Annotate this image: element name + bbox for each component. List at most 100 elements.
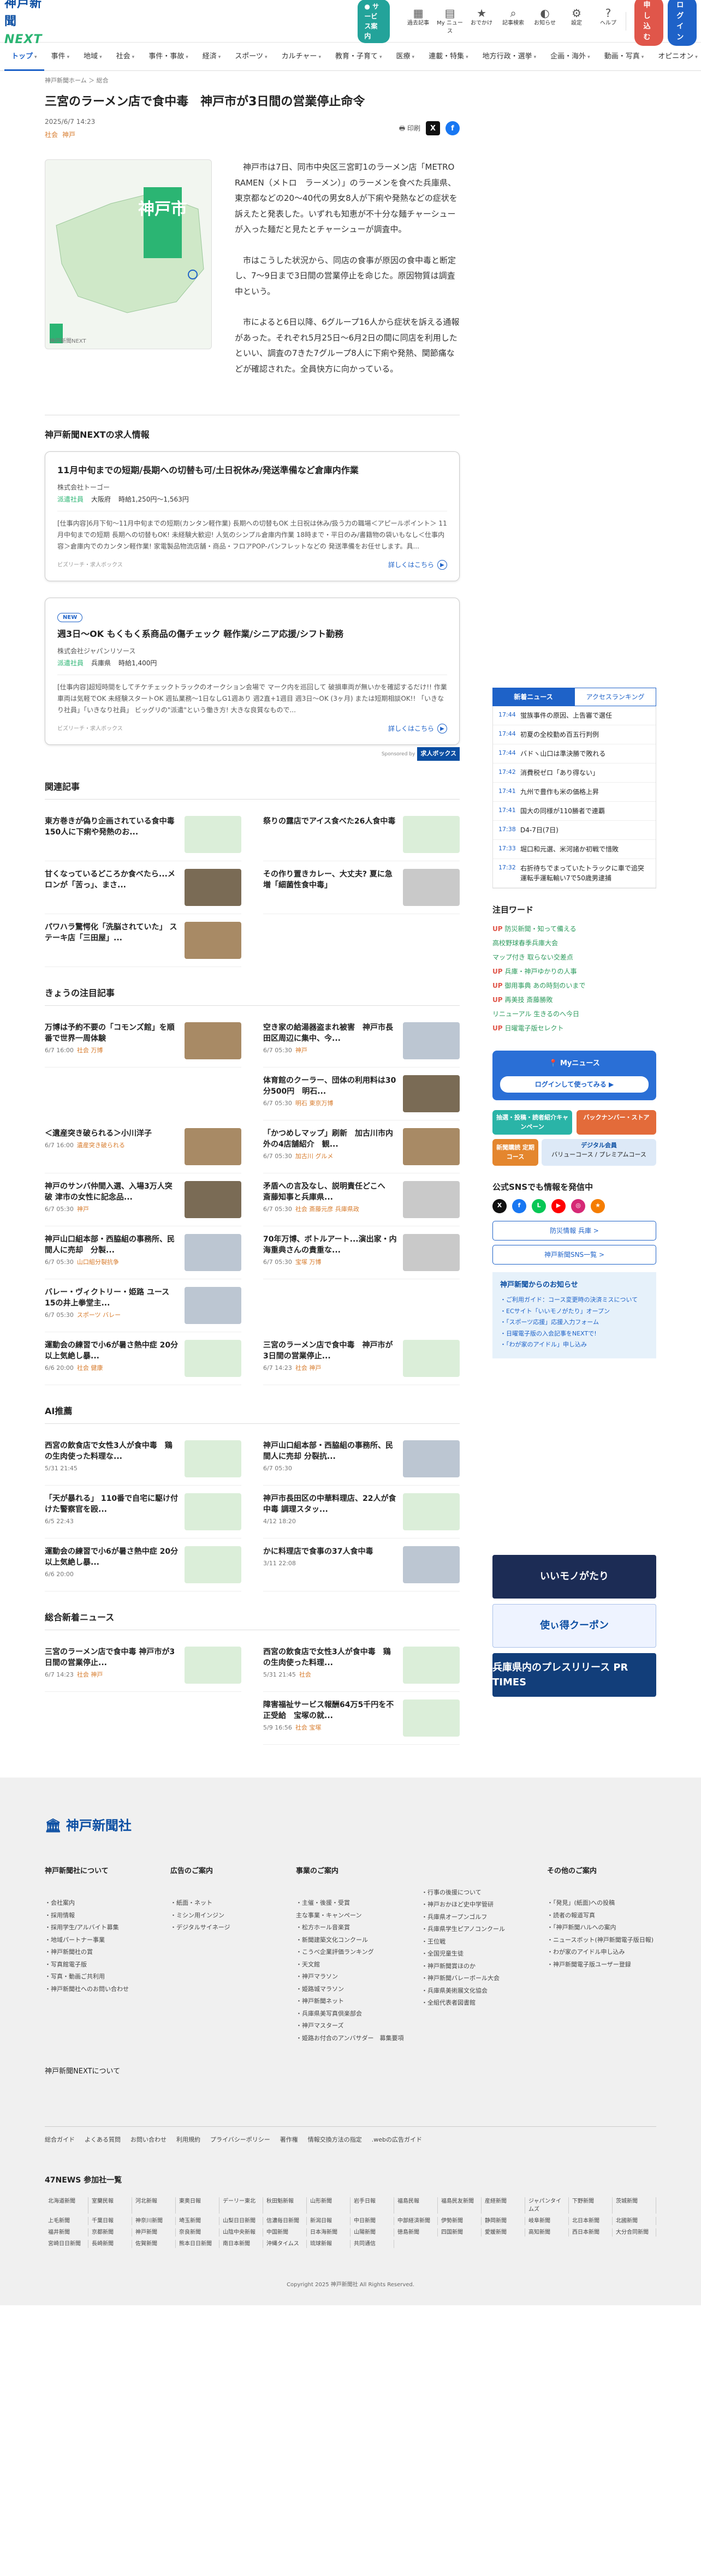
related-card-thumbnail[interactable] [185,815,241,853]
ai-card-title[interactable]: 西宮の飲食店で女性3人が食中毒 鶏の生肉使った料理な... [45,1440,179,1463]
facebook-share-icon[interactable]: f [445,121,460,136]
keyword-item[interactable]: 高校野球春季兵庫大会 [492,936,656,950]
footer-link[interactable]: ・神戸新聞電子版ユーザー登録 [547,1959,656,1971]
footer-link[interactable]: ・写真館電子版 [45,1959,154,1971]
general-card-thumbnail[interactable] [185,1646,241,1684]
footer-bar-link[interactable]: お問い合わせ [130,2136,167,2145]
ai-card[interactable]: 西宮の飲食店で女性3人が食中毒 鶏の生肉使った料理な... 5/31 21:45 [45,1433,241,1486]
paper-link[interactable]: 埼玉新聞 [176,2217,219,2226]
paper-link[interactable]: 北海道新聞 [45,2197,88,2214]
news-list-item[interactable]: 17:41 九州で豊作も米の価格上昇 [493,783,656,802]
footer-link[interactable]: ・主催・後援・受賞 [296,1897,405,1910]
paper-link[interactable]: 熊本日日新聞 [176,2240,219,2249]
topics-card-category[interactable]: 社会 神戸 [295,1364,322,1372]
topics-card[interactable]: 70年万博、ボトルアート...演出家・内海重典さんの貴重な... 6/7 05:3… [263,1226,460,1279]
nav-item-10[interactable]: 連載・特集 ▾ [421,43,476,71]
sns-list-button[interactable]: 神戸新聞SNS一覧 > [492,1244,656,1265]
announcement-item[interactable]: ・「わが家のアイドル」申し込み [500,1339,649,1351]
other-sns-icon[interactable]: ★ [591,1198,605,1213]
footer-link[interactable]: ・神戸おかほど史中学管研 [421,1899,531,1911]
ai-card-title[interactable]: 神戸山口組本部・西脇組の事務所、民間人に売却 分裂抗... [263,1440,397,1463]
news-list-item[interactable]: 17:44 蛍族事件の原因、上告審で選任 [493,706,656,725]
footer-link[interactable]: ・全国児童生徒 [421,1948,531,1960]
paper-link[interactable]: 河北新報 [132,2197,176,2214]
related-card-thumbnail[interactable] [185,868,241,906]
announcement-item[interactable]: ・ECサイト「いいモノがたり」オープン [500,1306,649,1317]
topics-card-category[interactable]: 社会 健康 [77,1364,103,1372]
footer-link[interactable]: ・読者の報道写真 [547,1910,656,1922]
topics-card-category[interactable]: 加古川 グルメ [295,1153,334,1160]
footer-bar-link[interactable]: よくある質問 [85,2136,121,2145]
news-headline[interactable]: 九州で豊作も米の価格上昇 [520,787,599,797]
paper-link[interactable]: 京都新聞 [88,2228,132,2237]
topics-card-category[interactable]: 神戸 [77,1206,89,1213]
footer-bar-link[interactable]: 利用規約 [176,2136,200,2145]
related-card[interactable]: 東方巻きが偽り企画されている食中毒 150人に下痢や発熱のお... [45,808,241,861]
topics-card-category[interactable]: スポーツ バレー [77,1311,121,1319]
paper-link[interactable]: 神戸新聞 [132,2228,176,2237]
nav-item-3[interactable]: 社会 ▾ [109,43,142,71]
kyujin-box-logo[interactable]: 求人ボックス [417,747,460,761]
footer-link[interactable]: ・採用情報 [45,1910,154,1922]
ai-card-title[interactable]: かに料理店で食事の37人食中毒 [263,1546,397,1557]
footer-link[interactable]: ・新聞建築文化コンクール [296,1934,405,1947]
paper-link[interactable]: 山梨日日新聞 [219,2217,263,2226]
breadcrumb[interactable]: 神戸新聞ホーム ＞ 総合 [45,71,460,93]
topics-card[interactable]: 体育館のクーラー、団体の利用料は30分500円 明石... 6/7 05:30 明石… [263,1068,460,1120]
ai-card[interactable]: 運動会の練習で小6が暑さ熱中症 20分以上気絶し暴... 6/6 20:00 [45,1539,241,1591]
news-list-item[interactable]: 17:41 国大の同様が110勝者で連覇 [493,802,656,821]
youtube-icon[interactable]: ▶ [551,1198,566,1213]
related-card-title[interactable]: 祭りの露店でアイス食べた26人食中毒 [263,816,397,827]
job-more-link[interactable]: 詳しくはこちら ▶ [388,724,447,734]
paper-link[interactable]: デーリー東北 [219,2197,263,2214]
related-card[interactable]: その作り置きカレー、大丈夫? 夏に急増「細菌性食中毒」 [263,861,460,914]
paper-link[interactable]: 中国新聞 [263,2228,307,2237]
keyword-label[interactable]: 兵庫・神戸ゆかりの人事 [505,968,577,975]
ai-card[interactable]: かに料理店で食事の37人食中毒 3/11 22:08 [263,1539,460,1591]
related-card-title[interactable]: その作り置きカレー、大丈夫? 夏に急増「細菌性食中毒」 [263,869,397,891]
job-title[interactable]: 11月中旬までの短期/長期への切替も可/土日祝休み/発送準備など倉庫内作業 [57,464,447,477]
iimonogatari-banner[interactable]: いいモノがたり [492,1554,656,1599]
general-card[interactable]: 西宮の飲食店で女性3人が食中毒 鶏の生肉使った料理... 5/31 21:45 社会 [263,1639,460,1692]
paper-link[interactable]: 琉球新報 [307,2240,350,2249]
topics-card-thumbnail[interactable] [185,1339,241,1377]
paper-link[interactable]: 伊勢新聞 [438,2217,482,2226]
topics-card-category[interactable]: 山口組分裂抗争 [77,1259,119,1266]
footer-link[interactable]: ・ニュースボット(神戸新聞電子版日報) [547,1934,656,1947]
paper-link[interactable]: 愛媛新聞 [482,2228,525,2237]
topics-card-thumbnail[interactable] [403,1075,460,1112]
announcement-item[interactable]: ・「スポーツ応援」応援入力フォーム [500,1317,649,1328]
announcement-item[interactable]: ・ご利用ガイド：コース変更時の決済ミスについて [500,1295,649,1306]
footer-link[interactable]: ・「神戸新聞ハルへの案内 [547,1922,656,1934]
general-card-thumbnail[interactable] [403,1699,460,1737]
topics-card-thumbnail[interactable] [185,1180,241,1218]
nav-item-0[interactable]: トップ ▾ [4,43,44,71]
site-logo[interactable]: 神戸新聞NEXT [4,0,42,49]
footer-link[interactable]: ・紙面・ネット [170,1897,280,1910]
service-guide-button[interactable]: ● サービス案内 [358,0,390,43]
ai-card-thumbnail[interactable] [403,1440,460,1477]
ai-card-thumbnail[interactable] [403,1493,460,1530]
paper-link[interactable]: 下野新聞 [569,2197,613,2214]
topics-card-category[interactable]: 宝塚 万博 [295,1259,322,1266]
topics-card-category[interactable]: 社会 斎藤元彦 兵庫県政 [295,1206,359,1213]
news-headline[interactable]: 右折待ちでまっていたトラックに車で追突 運転手運転輸い7で50歳男逮捕 [520,863,651,883]
topics-card-title[interactable]: 空き家の給湯器盗まれ被害 神戸市長田区周辺に集中、今... [263,1022,397,1045]
tab-ranking[interactable]: アクセスランキング [574,688,656,706]
header-help-button[interactable]: ? ヘルプ [595,7,621,35]
topics-card-title[interactable]: 「かつめしマップ」刷新 加古川市内外の4店舗紹介 観... [263,1128,397,1150]
footer-link[interactable]: ・神戸新聞社の賞 [45,1946,154,1959]
paper-link[interactable]: 東奥日報 [176,2197,219,2214]
footer-link[interactable]: ・神戸新聞バレーボール大会 [421,1972,531,1985]
related-card-title[interactable]: 東方巻きが偽り企画されている食中毒 150人に下痢や発熱のお... [45,816,179,838]
related-card-title[interactable]: 甘くなっているどころか食べたら...メロンが「苦っ」、まさ... [45,869,179,891]
footer-link[interactable]: ・全組代表者図書館 [421,1997,531,2009]
topics-card-title[interactable]: 神戸のサンバ仲間入選、入場3万人突破 津市の女性に記念品... [45,1181,179,1203]
news-list-item[interactable]: 17:38 D4-7日(7日) [493,821,656,840]
ai-card-thumbnail[interactable] [185,1546,241,1583]
footer-link[interactable]: ・ミシン用インジン [170,1910,280,1922]
keyword-item[interactable]: リニューアル 生きるのへ今日 [492,1007,656,1021]
paper-link[interactable]: 福島民友新聞 [438,2197,482,2214]
job-card[interactable]: 11月中旬までの短期/長期への切替も可/土日祝休み/発送準備など倉庫内作業 株式会… [45,451,460,582]
keyword-item[interactable]: UP 防災新聞・知って備える [492,922,656,936]
